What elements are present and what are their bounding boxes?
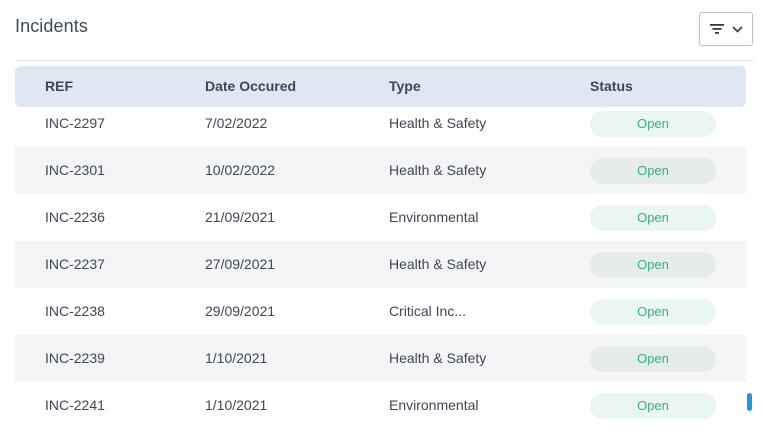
type-cell: Health & Safety — [389, 162, 487, 178]
table-row[interactable]: INC-2297 7/02/2022 Health & Safety Open — [15, 100, 746, 147]
ref-cell: INC-2301 — [45, 162, 105, 178]
table-row[interactable]: INC-2238 29/09/2021 Critical Inc... Open — [15, 288, 746, 335]
date-cell: 1/10/2021 — [205, 350, 268, 366]
column-header-date[interactable]: Date Occured — [205, 78, 296, 94]
type-cell: Environmental — [389, 397, 479, 413]
date-cell: 10/02/2022 — [205, 162, 276, 178]
table-row[interactable]: INC-2301 10/02/2022 Health & Safety Open — [15, 147, 746, 194]
ref-cell: INC-2238 — [45, 303, 105, 319]
status-badge: Open — [590, 299, 716, 325]
type-cell: Environmental — [389, 209, 479, 225]
scrollbar-thumb[interactable] — [747, 393, 752, 411]
date-cell: 1/10/2021 — [205, 397, 268, 413]
status-badge: Open — [590, 205, 716, 231]
table-row[interactable]: INC-2236 21/09/2021 Environmental Open — [15, 194, 746, 241]
column-header-status[interactable]: Status — [590, 78, 633, 94]
type-cell: Health & Safety — [389, 115, 487, 131]
type-cell: Critical Inc... — [389, 303, 467, 319]
table-row[interactable]: INC-2237 27/09/2021 Health & Safety Open — [15, 241, 746, 288]
header-divider — [15, 60, 754, 61]
status-badge: Open — [590, 346, 716, 372]
table-row[interactable]: INC-2239 1/10/2021 Health & Safety Open — [15, 335, 746, 382]
date-cell: 21/09/2021 — [205, 209, 276, 225]
type-cell: Health & Safety — [389, 256, 487, 272]
type-cell: Health & Safety — [389, 350, 487, 366]
incidents-table-body[interactable]: INC-2297 7/02/2022 Health & Safety Open … — [15, 100, 746, 429]
chevron-down-icon — [731, 25, 743, 33]
date-cell: 7/02/2022 — [205, 115, 268, 131]
ref-cell: INC-2241 — [45, 397, 105, 413]
status-badge: Open — [590, 158, 716, 184]
ref-cell: INC-2239 — [45, 350, 105, 366]
status-badge: Open — [590, 252, 716, 278]
filter-lines-icon — [709, 23, 724, 35]
status-badge: Open — [590, 393, 716, 419]
column-header-type[interactable]: Type — [389, 78, 421, 94]
page-title: Incidents — [15, 16, 88, 36]
filter-button[interactable] — [699, 12, 753, 46]
date-cell: 27/09/2021 — [205, 256, 276, 272]
table-header: REF Date Occured Type Status — [15, 66, 746, 107]
table-row[interactable]: INC-2241 1/10/2021 Environmental Open — [15, 382, 746, 429]
ref-cell: INC-2237 — [45, 256, 105, 272]
ref-cell: INC-2236 — [45, 209, 105, 225]
ref-cell: INC-2297 — [45, 115, 105, 131]
status-badge: Open — [590, 111, 716, 137]
date-cell: 29/09/2021 — [205, 303, 276, 319]
page-header: Incidents — [0, 0, 765, 60]
column-header-ref[interactable]: REF — [45, 78, 73, 94]
